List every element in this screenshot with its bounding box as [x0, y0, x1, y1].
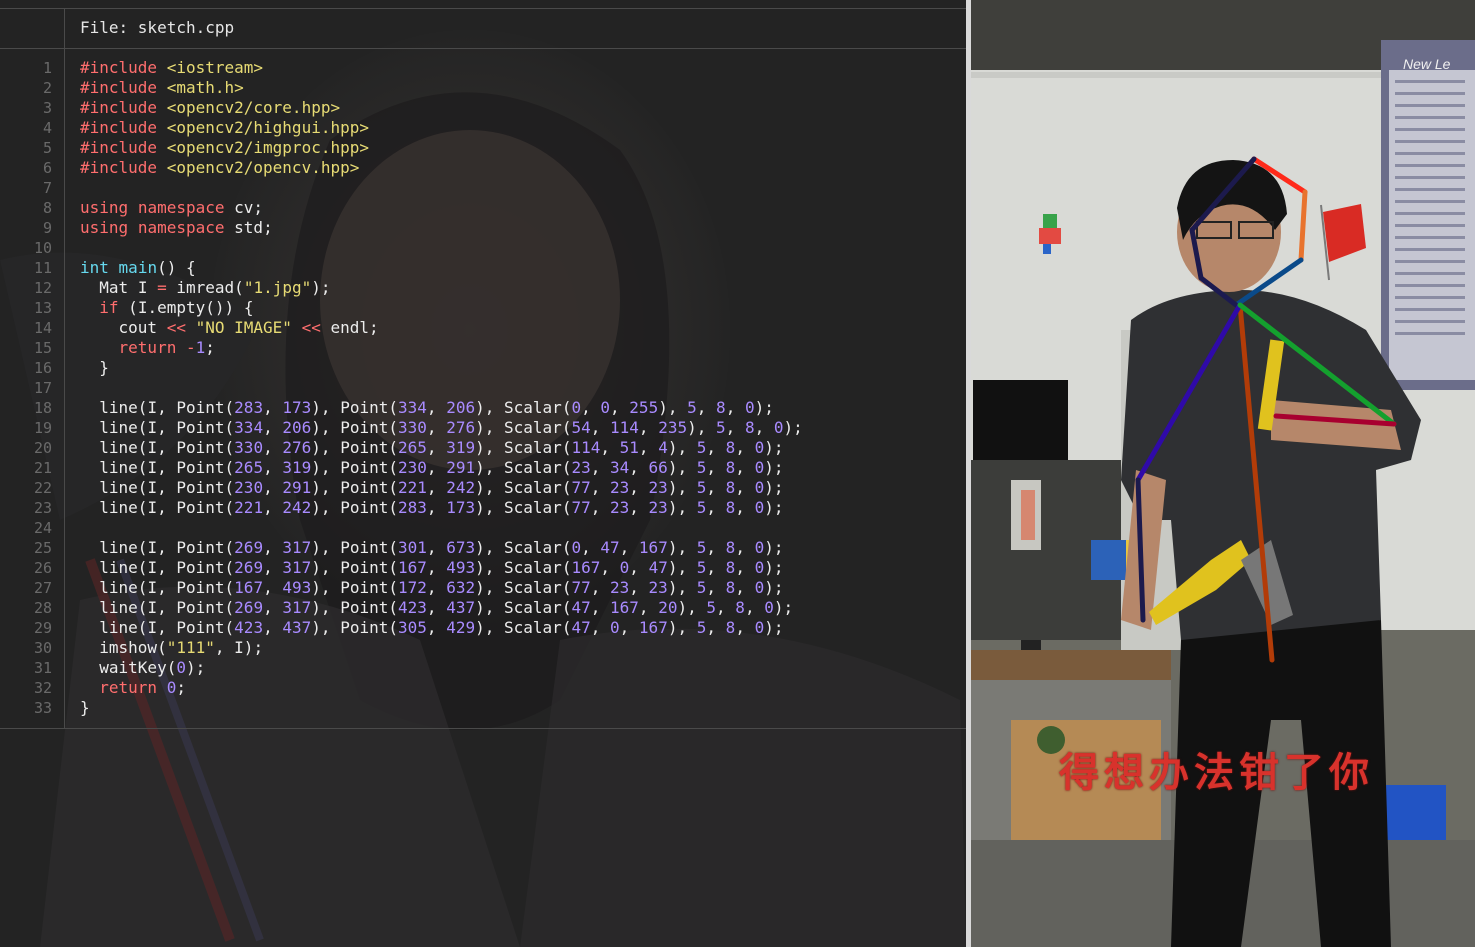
code-line[interactable]: } — [80, 358, 803, 378]
header-divider — [0, 48, 966, 49]
line-number: 13 — [33, 299, 52, 317]
code-line[interactable]: line(I, Point(330, 276), Point(265, 319)… — [80, 438, 803, 458]
code-body[interactable]: #include <iostream> #include <math.h> #inc… — [80, 58, 803, 718]
line-number: 2 — [42, 79, 52, 97]
line-number: 24 — [33, 519, 52, 537]
line-number: 7 — [42, 179, 52, 197]
code-line[interactable]: line(I, Point(221, 242), Point(283, 173)… — [80, 498, 803, 518]
code-line[interactable]: waitKey(0); — [80, 658, 803, 678]
notice-board-title: New Le — [1403, 56, 1451, 72]
code-line[interactable]: #include <opencv2/opencv.hpp> — [80, 158, 803, 178]
line-number: 22 — [33, 479, 52, 497]
line-number: 28 — [33, 599, 52, 617]
line-number: 30 — [33, 639, 52, 657]
code-line[interactable]: } — [80, 698, 803, 718]
file-name-label: File: sketch.cpp — [80, 18, 235, 37]
line-number: 14 — [33, 319, 52, 337]
code-line[interactable]: #include <math.h> — [80, 78, 803, 98]
code-line[interactable]: imshow("111", I); — [80, 638, 803, 658]
photo-illustration — [971, 0, 1475, 947]
code-line[interactable]: line(I, Point(423, 437), Point(305, 429)… — [80, 618, 803, 638]
code-line[interactable]: line(I, Point(269, 317), Point(423, 437)… — [80, 598, 803, 618]
code-line[interactable]: return -1; — [80, 338, 803, 358]
code-line[interactable]: int main() { — [80, 258, 803, 278]
line-number: 10 — [33, 239, 52, 257]
code-line[interactable] — [80, 518, 803, 538]
code-line[interactable]: Mat I = imread("1.jpg"); — [80, 278, 803, 298]
line-number: 16 — [33, 359, 52, 377]
code-line[interactable]: line(I, Point(167, 493), Point(172, 632)… — [80, 578, 803, 598]
code-line[interactable]: line(I, Point(265, 319), Point(230, 291)… — [80, 458, 803, 478]
line-number: 5 — [42, 139, 52, 157]
code-line[interactable]: return 0; — [80, 678, 803, 698]
line-number: 27 — [33, 579, 52, 597]
code-line[interactable]: line(I, Point(269, 317), Point(301, 673)… — [80, 538, 803, 558]
line-number: 9 — [42, 219, 52, 237]
code-line[interactable]: #include <opencv2/highgui.hpp> — [80, 118, 803, 138]
gutter-divider — [64, 8, 65, 729]
line-number-gutter: 1 2 3 4 5 6 7 8 9 10 11 12 13 14 15 16 17 18 19 20 21 22 23 24 2… — [0, 58, 52, 718]
line-number: 19 — [33, 419, 52, 437]
code-line[interactable]: line(I, Point(230, 291), Point(221, 242)… — [80, 478, 803, 498]
code-editor-pane: File: sketch.cpp 1 2 3 4 5 6 7 8 9 10 11 12 13 14 15 16… — [0, 0, 966, 947]
line-number: 23 — [33, 499, 52, 517]
line-number: 15 — [33, 339, 52, 357]
line-number: 26 — [33, 559, 52, 577]
code-line[interactable] — [80, 238, 803, 258]
bottom-border — [0, 728, 966, 729]
line-number: 33 — [33, 699, 52, 717]
code-line[interactable]: #include <opencv2/core.hpp> — [80, 98, 803, 118]
code-line[interactable]: #include <iostream> — [80, 58, 803, 78]
code-line[interactable] — [80, 178, 803, 198]
code-line[interactable]: cout << "NO IMAGE" << endl; — [80, 318, 803, 338]
line-number: 21 — [33, 459, 52, 477]
line-number: 32 — [33, 679, 52, 697]
line-number: 25 — [33, 539, 52, 557]
line-number: 18 — [33, 399, 52, 417]
code-line[interactable]: using namespace cv; — [80, 198, 803, 218]
line-number: 8 — [42, 199, 52, 217]
code-line[interactable]: line(I, Point(283, 173), Point(334, 206)… — [80, 398, 803, 418]
code-line[interactable]: line(I, Point(269, 317), Point(167, 493)… — [80, 558, 803, 578]
top-border — [0, 8, 966, 9]
line-number: 31 — [33, 659, 52, 677]
code-line[interactable]: if (I.empty()) { — [80, 298, 803, 318]
line-number: 12 — [33, 279, 52, 297]
line-number: 17 — [33, 379, 52, 397]
code-line[interactable] — [80, 378, 803, 398]
line-number: 20 — [33, 439, 52, 457]
code-line[interactable]: using namespace std; — [80, 218, 803, 238]
photo-caption: 得想办法钳了你 — [1059, 749, 1374, 796]
code-line[interactable]: #include <opencv2/imgproc.hpp> — [80, 138, 803, 158]
pose-photo-pane: New Le 得想办法钳了你 — [971, 0, 1475, 947]
code-line[interactable]: line(I, Point(334, 206), Point(330, 276)… — [80, 418, 803, 438]
line-number: 3 — [42, 99, 52, 117]
line-number: 4 — [42, 119, 52, 137]
line-number: 11 — [33, 259, 52, 277]
line-number: 29 — [33, 619, 52, 637]
line-number: 6 — [42, 159, 52, 177]
line-number: 1 — [42, 59, 52, 77]
